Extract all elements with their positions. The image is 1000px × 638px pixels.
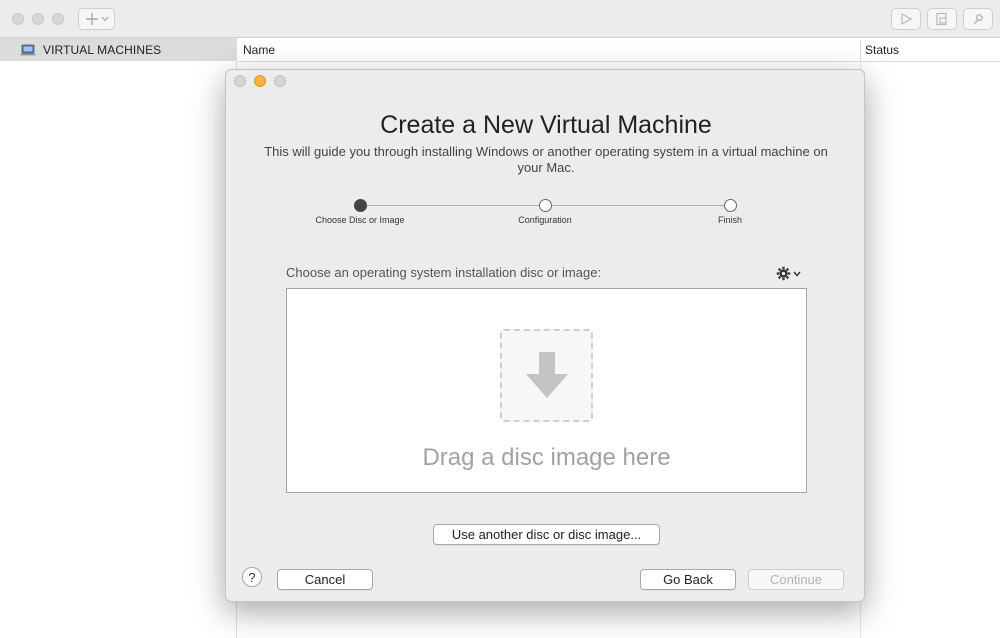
dialog-minimize-button[interactable]: [254, 75, 266, 87]
column-header-status[interactable]: Status: [860, 38, 1000, 62]
dialog-title: Create a New Virtual Machine: [380, 111, 712, 139]
step-indicator-choose-disc: [354, 199, 367, 212]
close-window-button[interactable]: [12, 13, 24, 25]
add-vm-button[interactable]: [78, 8, 115, 30]
download-arrow-icon: [500, 329, 593, 422]
sidebar-header-label: VIRTUAL MACHINES: [43, 42, 162, 57]
step-label-configuration: Configuration: [518, 215, 572, 225]
drop-zone-text: Drag a disc image here: [422, 444, 671, 471]
settings-button[interactable]: [963, 8, 993, 30]
chevron-down-icon: [101, 16, 108, 22]
snapshot-button[interactable]: [927, 8, 957, 30]
choose-disc-label: Choose an operating system installation …: [286, 265, 602, 280]
step-indicator-finish: [724, 199, 737, 212]
run-vm-button[interactable]: [891, 8, 921, 30]
go-back-button[interactable]: Go Back: [640, 569, 736, 590]
new-vm-dialog: Create a New Virtual Machine This will g…: [225, 69, 865, 602]
snapshot-icon: [936, 12, 947, 26]
play-icon: [901, 13, 912, 25]
sidebar: VIRTUAL MACHINES: [0, 38, 237, 638]
wrench-icon: [973, 13, 984, 25]
zoom-window-button[interactable]: [52, 13, 64, 25]
disc-image-drop-zone[interactable]: Drag a disc image here: [286, 288, 807, 493]
sidebar-header-virtual-machines[interactable]: VIRTUAL MACHINES: [0, 38, 237, 61]
step-label-finish: Finish: [717, 215, 742, 225]
dialog-subtitle: This will guide you through installing W…: [264, 144, 828, 175]
chevron-down-icon: [793, 271, 801, 277]
options-menu-button[interactable]: [776, 266, 801, 281]
gear-icon: [776, 266, 791, 281]
step-connector: [367, 205, 539, 206]
step-label-choose-disc: Choose Disc or Image: [315, 215, 405, 225]
continue-button[interactable]: Continue: [748, 569, 844, 590]
column-header-status-label: Status: [865, 42, 900, 57]
column-header-name[interactable]: Name: [238, 38, 860, 62]
minimize-window-button[interactable]: [32, 13, 44, 25]
step-indicator-configuration: [539, 199, 552, 212]
dialog-close-button[interactable]: [234, 75, 246, 87]
column-header-name-label: Name: [243, 42, 276, 57]
step-connector: [552, 205, 724, 206]
cancel-button[interactable]: Cancel: [277, 569, 373, 590]
laptop-icon: [20, 44, 36, 55]
column-divider: [860, 40, 861, 60]
plus-icon: [85, 13, 98, 25]
help-button[interactable]: ?: [242, 567, 262, 587]
main-toolbar: [0, 0, 1000, 38]
use-another-disc-button[interactable]: Use another disc or disc image...: [433, 524, 660, 545]
dialog-zoom-button[interactable]: [274, 75, 286, 87]
